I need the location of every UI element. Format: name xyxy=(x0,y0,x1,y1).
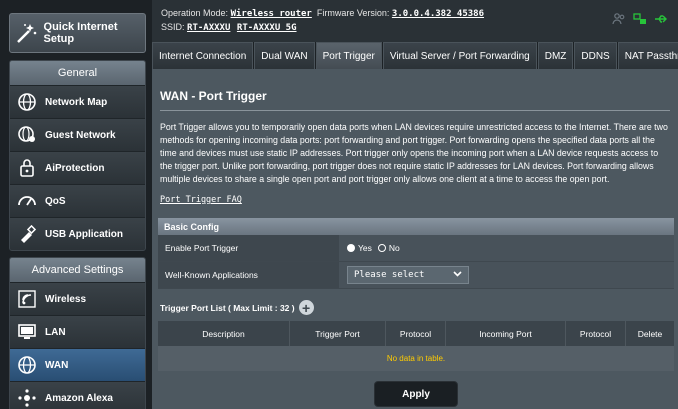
well-known-apps-select[interactable]: Please select xyxy=(347,266,469,284)
tab-dual-wan[interactable]: Dual WAN xyxy=(254,42,315,69)
firmware-label: Firmware Version: xyxy=(316,8,390,18)
tab-virtual-server[interactable]: Virtual Server / Port Forwarding xyxy=(382,42,537,69)
monitor-icon xyxy=(16,321,38,343)
add-rule-icon[interactable]: + xyxy=(298,300,314,316)
wifi-icon xyxy=(16,288,38,310)
faq-link[interactable]: Port Trigger FAQ xyxy=(160,195,242,205)
sidebar-item-label: Guest Network xyxy=(45,129,116,141)
tab-ddns[interactable]: DDNS xyxy=(574,42,617,69)
yes-radio-label: Yes xyxy=(358,243,372,253)
sidebar-item-label: USB Application xyxy=(45,228,123,240)
description-text: Port Trigger allows you to temporarily o… xyxy=(160,122,668,185)
tab-bar: Internet Connection Dual WAN Port Trigge… xyxy=(152,42,678,69)
globe-icon xyxy=(16,91,38,113)
tab-internet-connection[interactable]: Internet Connection xyxy=(152,42,254,69)
sidebar-item-label: LAN xyxy=(45,326,66,338)
advanced-group: Advanced Settings Wireless LAN WAN Amazo… xyxy=(9,257,146,409)
col-protocol: Protocol xyxy=(386,321,446,346)
no-radio-label: No xyxy=(388,243,400,253)
tab-dmz[interactable]: DMZ xyxy=(537,42,574,69)
sidebar-item-wan[interactable]: WAN xyxy=(10,348,145,381)
page-title: WAN - Port Trigger xyxy=(160,89,267,103)
no-radio[interactable] xyxy=(377,244,386,252)
network-icon[interactable] xyxy=(633,13,647,29)
ssid-24g[interactable]: RT-AXXXU xyxy=(187,23,230,33)
main-panel: WAN - Port Trigger Port Trigger allows y… xyxy=(152,69,678,409)
usb-status-icon[interactable] xyxy=(654,13,668,29)
qis-label: Quick Internet Setup xyxy=(43,21,118,45)
ssid-line: SSID: RT-AXXXU RT-AXXXU_5G xyxy=(161,21,678,35)
enable-port-trigger-row: Enable Port Trigger Yes No xyxy=(158,235,674,262)
ssid-label: SSID: xyxy=(161,22,185,32)
sidebar-item-label: AiProtection xyxy=(45,162,105,174)
empty-table-message: No data in table. xyxy=(158,346,674,371)
ssid-5g[interactable]: RT-AXXXU_5G xyxy=(237,23,297,33)
select-value: Please select xyxy=(354,270,425,280)
col-trigger-port: Trigger Port xyxy=(290,321,386,346)
general-title: General xyxy=(10,61,145,85)
tab-nat-passthrough[interactable]: NAT Passthrough xyxy=(617,42,678,69)
alexa-icon xyxy=(16,387,38,409)
enable-port-trigger-value: Yes No xyxy=(339,235,674,261)
col-description: Description xyxy=(158,321,290,346)
sidebar-item-usb-application[interactable]: USB Application xyxy=(10,217,145,250)
well-known-apps-label: Well-Known Applications xyxy=(158,262,339,288)
operation-mode-line: Operation Mode: Wireless router Firmware… xyxy=(161,7,678,21)
enable-port-trigger-label: Enable Port Trigger xyxy=(158,235,339,261)
sidebar-item-wireless[interactable]: Wireless xyxy=(10,282,145,315)
status-icons xyxy=(612,13,668,29)
gauge-icon xyxy=(16,190,38,212)
chevron-down-icon xyxy=(453,270,462,280)
sidebar-item-lan[interactable]: LAN xyxy=(10,315,145,348)
basic-config-table: Basic Config Enable Port Trigger Yes No … xyxy=(158,218,674,289)
status-bar: Operation Mode: Wireless router Firmware… xyxy=(152,0,678,42)
sidebar-item-amazon-alexa[interactable]: Amazon Alexa xyxy=(10,381,145,409)
usb-icon xyxy=(16,223,38,245)
tab-port-trigger[interactable]: Port Trigger xyxy=(315,42,382,69)
col-delete: Delete xyxy=(637,328,663,339)
sidebar-item-label: Wireless xyxy=(45,293,87,305)
advanced-title: Advanced Settings xyxy=(10,258,145,282)
users-icon[interactable] xyxy=(612,13,626,29)
sidebar: Quick Internet Setup General Network Map… xyxy=(0,0,152,409)
sidebar-item-aiprotection[interactable]: AiProtection xyxy=(10,151,145,184)
sidebar-item-label: Network Map xyxy=(45,96,108,108)
quick-internet-setup-button[interactable]: Quick Internet Setup xyxy=(9,13,146,53)
well-known-apps-value: Please select xyxy=(339,262,674,288)
apply-button[interactable]: Apply xyxy=(374,381,458,407)
table-header: Description Trigger Port Protocol Incomi… xyxy=(158,321,674,346)
sidebar-item-network-map[interactable]: Network Map xyxy=(10,85,145,118)
operation-mode-link[interactable]: Wireless router xyxy=(231,9,312,19)
guest-globe-icon xyxy=(16,124,38,146)
yes-radio[interactable] xyxy=(347,244,355,252)
wand-icon xyxy=(15,20,40,46)
trigger-list-label: Trigger Port List ( Max Limit : 32 ) xyxy=(160,302,295,313)
sidebar-item-guest-network[interactable]: Guest Network xyxy=(10,118,145,151)
col-incoming-port: Incoming Port xyxy=(446,321,566,346)
title-divider xyxy=(160,110,670,111)
lock-icon xyxy=(16,157,38,179)
globe-icon xyxy=(16,354,38,376)
mode-label: Operation Mode: xyxy=(161,8,229,18)
trigger-list-heading: Trigger Port List ( Max Limit : 32 ) + xyxy=(160,300,314,316)
basic-config-header: Basic Config xyxy=(158,218,674,235)
sidebar-item-label: WAN xyxy=(45,359,69,371)
sidebar-item-label: Amazon Alexa xyxy=(45,392,113,404)
col-protocol-2: Protocol xyxy=(566,321,626,346)
trigger-port-table: Description Trigger Port Protocol Incomi… xyxy=(158,321,674,371)
sidebar-item-label: QoS xyxy=(45,195,66,207)
well-known-apps-row: Well-Known Applications Please select xyxy=(158,262,674,289)
general-group: General Network Map Guest Network AiProt… xyxy=(9,60,146,251)
firmware-link[interactable]: 3.0.0.4.382_45386 xyxy=(392,9,484,19)
sidebar-item-qos[interactable]: QoS xyxy=(10,184,145,217)
